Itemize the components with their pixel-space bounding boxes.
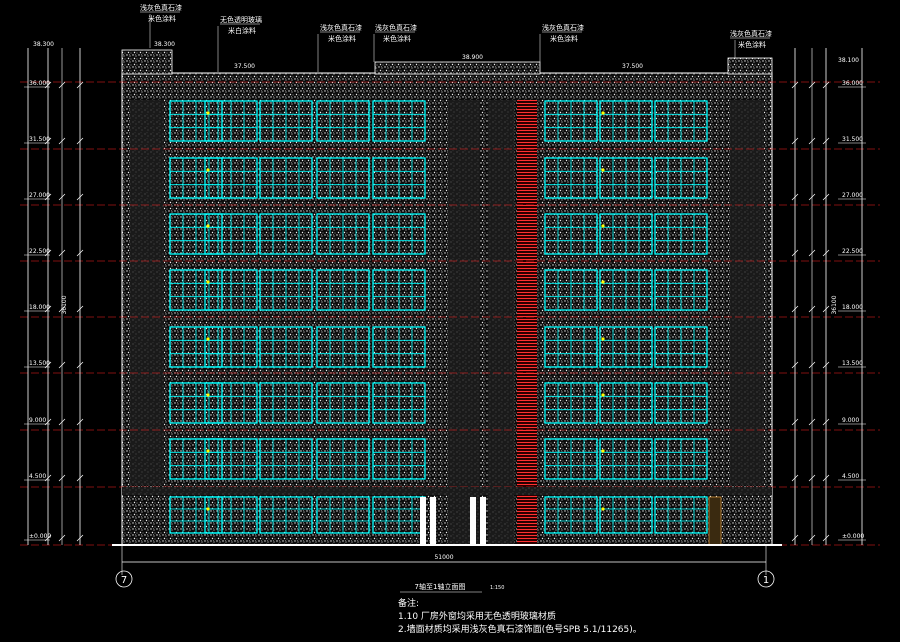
notes-heading: 备注:	[398, 597, 419, 609]
dark-band	[488, 100, 514, 545]
callout-line-2: 米色涂料	[738, 40, 766, 49]
level-mark-right: 13.500	[842, 360, 863, 367]
dark-band	[448, 100, 480, 545]
callout-line-1: 浅灰色真石漆	[375, 23, 417, 32]
level-mark-right: 27.000	[842, 192, 863, 199]
level-mark-right: 4.500	[842, 473, 859, 480]
level-mark-left: 9.000	[29, 417, 46, 424]
dark-band	[130, 100, 164, 485]
roof-level-right-top: 38.100	[838, 57, 859, 64]
dimension-left: 36.00031.50027.00022.50018.00013.5009.00…	[24, 48, 84, 545]
level-mark-right: ±0.000	[842, 533, 864, 540]
callout-line-1: 浅灰色真石漆	[320, 23, 362, 32]
door-panel	[420, 497, 426, 545]
callout-line-1: 无色透明玻璃	[220, 15, 262, 24]
level-mark-right: 9.000	[842, 417, 859, 424]
roof-parapet-center	[374, 61, 541, 75]
roof-level-right: 37.500	[622, 63, 643, 70]
level-mark-right: 36.000	[842, 80, 863, 87]
callout-line-1: 浅灰色真石漆	[542, 23, 584, 32]
drawing-title: 7轴至1轴立面图	[415, 582, 466, 591]
door-panel	[470, 497, 476, 545]
roof-parapet-right	[727, 57, 773, 75]
roof-level-left-top: 38.300	[33, 41, 54, 48]
callout-line-1: 浅灰色真石漆	[140, 3, 182, 12]
callout: 浅灰色真石漆米色涂料	[730, 29, 772, 58]
roof-level-mid: 38.900	[462, 54, 483, 61]
stair-shaft	[517, 100, 537, 545]
level-mark-left: 4.500	[29, 473, 46, 480]
callout-line-2: 米色涂料	[328, 34, 356, 43]
overall-height-right: 36100	[831, 295, 838, 314]
roof-level-left: 37.500	[234, 63, 255, 70]
callout-line-2: 米色涂料	[550, 34, 578, 43]
door-panel	[480, 497, 486, 545]
roof-parapet-left	[121, 49, 173, 75]
level-mark-right: 18.000	[842, 304, 863, 311]
axis-label-left: 7	[121, 575, 127, 586]
note-1: 1.10 厂房外窗均采用无色透明玻璃材质	[398, 610, 556, 622]
door-panel	[430, 497, 436, 545]
drawing-scale: 1:150	[490, 585, 504, 591]
overall-height-left: 36100	[61, 295, 68, 314]
callout-line-2: 米色涂料	[383, 34, 411, 43]
callout-line-2: 米白涂料	[228, 26, 256, 35]
roof-level-parapet: 38.300	[154, 41, 175, 48]
dimension-right: 36.000 31.500 27.000 22.500 18.000 13.500 9.00…	[791, 48, 866, 545]
dark-band	[730, 100, 764, 485]
overall-width: 51000	[434, 554, 453, 561]
entrance-door	[708, 496, 722, 546]
callout: 浅灰色真石漆米色涂料	[317, 23, 362, 72]
callout-line-2: 米色涂料	[148, 14, 176, 23]
level-mark-right: 31.500	[842, 136, 863, 143]
level-mark-left: ±0.000	[29, 533, 51, 540]
building-facade	[121, 72, 773, 546]
callout: 浅灰色真石漆米色涂料	[539, 23, 584, 62]
level-mark-right: 22.500	[842, 248, 863, 255]
callout: 浅灰色真石漆米色涂料	[373, 23, 417, 62]
callout-line-1: 浅灰色真石漆	[730, 29, 772, 38]
note-2: 2.墙面材质均采用浅灰色真石漆饰面(色号SPB 5.1/11265)。	[398, 623, 642, 635]
elevation-drawing: 36.000 31.500 27.000 22.500 18.000 13.500 9.00…	[20, 3, 880, 635]
axis-label-right: 1	[763, 575, 769, 586]
